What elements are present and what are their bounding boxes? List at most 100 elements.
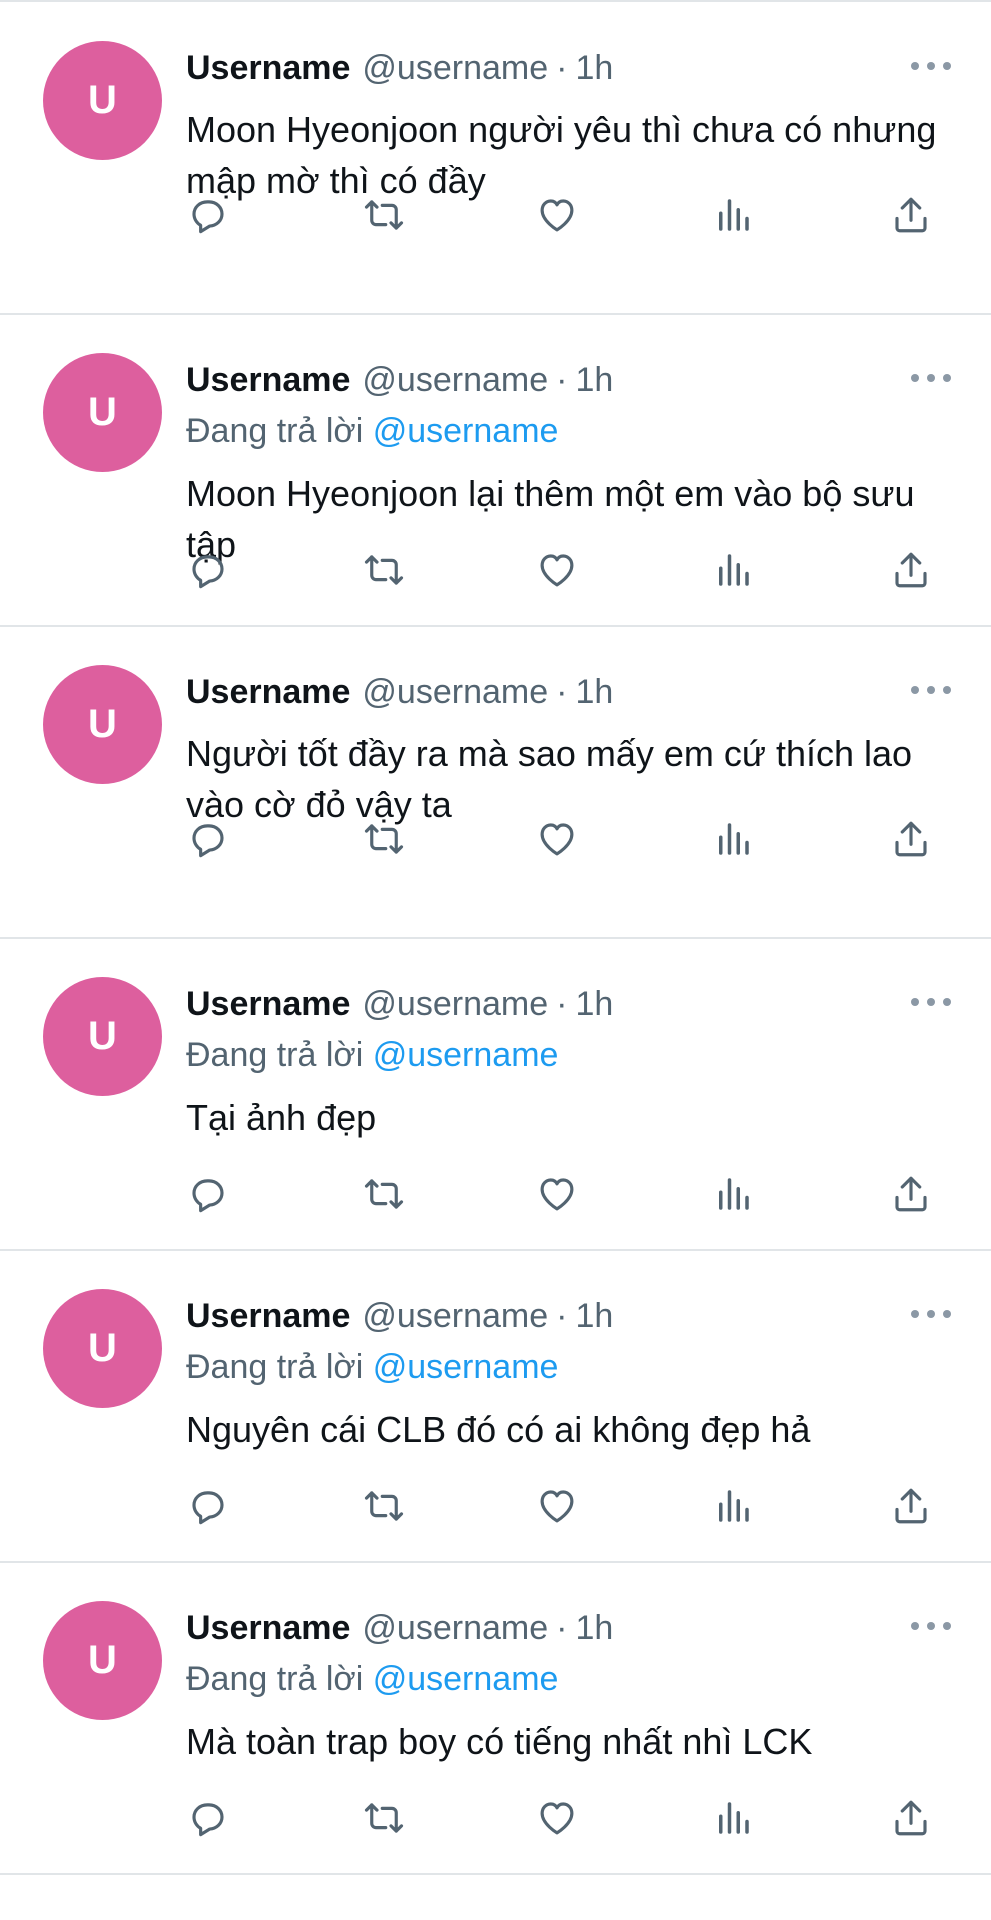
display-name[interactable]: Username — [186, 985, 350, 1024]
timestamp[interactable]: 1h — [575, 49, 613, 88]
retweet-button[interactable] — [360, 546, 408, 594]
share-button[interactable] — [887, 1794, 935, 1842]
avatar[interactable]: U — [43, 353, 162, 472]
replying-to-line: Đang trả lời @username — [186, 1348, 558, 1387]
tweet[interactable]: U Username @username · 1h Đang trả lời @usern… — [0, 316, 991, 627]
tweet[interactable]: U Username @username · 1h Đang trả lời @usern… — [0, 1564, 991, 1875]
share-icon — [890, 194, 932, 236]
tweet[interactable]: U Username @username · 1h Người tốt đầy ra mà… — [0, 628, 991, 939]
share-button[interactable] — [887, 1170, 935, 1218]
user-handle[interactable]: @username — [362, 361, 548, 400]
reply-icon — [187, 1485, 229, 1527]
retweet-button[interactable] — [360, 1482, 408, 1530]
views-button[interactable] — [709, 1794, 757, 1842]
more-options-icon[interactable] — [911, 1304, 951, 1324]
views-icon — [712, 194, 754, 236]
share-icon — [890, 1797, 932, 1839]
tweet[interactable]: U Username @username · 1h Đang trả lời @usern… — [0, 940, 991, 1251]
tweet-actions — [180, 815, 960, 863]
share-icon — [890, 549, 932, 591]
reply-button[interactable] — [184, 1170, 232, 1218]
reply-button[interactable] — [184, 815, 232, 863]
avatar-letter: U — [88, 1326, 117, 1370]
views-icon — [712, 1485, 754, 1527]
share-icon — [890, 1173, 932, 1215]
user-handle[interactable]: @username — [362, 1609, 548, 1648]
more-options-icon[interactable] — [911, 992, 951, 1012]
share-button[interactable] — [887, 1482, 935, 1530]
timestamp[interactable]: 1h — [575, 673, 613, 712]
tweet[interactable]: U Username @username · 1h Moon Hyeonjoon ngườ… — [0, 4, 991, 315]
avatar[interactable]: U — [43, 41, 162, 160]
reply-mention-link[interactable]: @username — [373, 412, 559, 450]
separator-dot: · — [556, 984, 568, 1023]
avatar-letter: U — [88, 1014, 117, 1058]
like-button[interactable] — [533, 546, 581, 594]
display-name[interactable]: Username — [186, 1609, 350, 1648]
retweet-button[interactable] — [360, 191, 408, 239]
views-button[interactable] — [709, 1482, 757, 1530]
avatar[interactable]: U — [43, 1601, 162, 1720]
more-options-icon[interactable] — [911, 1616, 951, 1636]
separator-dot: · — [556, 1608, 568, 1647]
tweet[interactable]: U Username @username · 1h Đang trả lời @usern… — [0, 1252, 991, 1563]
views-icon — [712, 549, 754, 591]
display-name[interactable]: Username — [186, 1297, 350, 1336]
views-icon — [712, 1173, 754, 1215]
display-name[interactable]: Username — [186, 673, 350, 712]
avatar[interactable]: U — [43, 1289, 162, 1408]
more-options-icon[interactable] — [911, 368, 951, 388]
reply-icon — [187, 194, 229, 236]
like-button[interactable] — [533, 1170, 581, 1218]
like-button[interactable] — [533, 1482, 581, 1530]
avatar-letter: U — [88, 702, 117, 746]
retweet-button[interactable] — [360, 815, 408, 863]
reply-mention-link[interactable]: @username — [373, 1036, 559, 1074]
reply-button[interactable] — [184, 1482, 232, 1530]
replying-to-label: Đang trả lời — [186, 412, 364, 450]
user-handle[interactable]: @username — [362, 49, 548, 88]
views-button[interactable] — [709, 546, 757, 594]
share-button[interactable] — [887, 546, 935, 594]
avatar[interactable]: U — [43, 665, 162, 784]
more-options-icon[interactable] — [911, 680, 951, 700]
timestamp[interactable]: 1h — [575, 361, 613, 400]
separator-dot: · — [556, 1296, 568, 1335]
like-button[interactable] — [533, 191, 581, 239]
timestamp[interactable]: 1h — [575, 1609, 613, 1648]
user-handle[interactable]: @username — [362, 673, 548, 712]
share-icon — [890, 818, 932, 860]
more-options-icon[interactable] — [911, 56, 951, 76]
display-name[interactable]: Username — [186, 49, 350, 88]
like-button[interactable] — [533, 1794, 581, 1842]
replying-to-label: Đang trả lời — [186, 1348, 364, 1386]
share-button[interactable] — [887, 191, 935, 239]
views-button[interactable] — [709, 1170, 757, 1218]
reply-button[interactable] — [184, 191, 232, 239]
share-icon — [890, 1485, 932, 1527]
views-button[interactable] — [709, 815, 757, 863]
tweet-header: Username @username · 1h — [186, 670, 613, 714]
reply-mention-link[interactable]: @username — [373, 1660, 559, 1698]
tweet-actions — [180, 1482, 960, 1530]
retweet-icon — [363, 1485, 405, 1527]
user-handle[interactable]: @username — [362, 985, 548, 1024]
retweet-button[interactable] — [360, 1170, 408, 1218]
user-handle[interactable]: @username — [362, 1297, 548, 1336]
timestamp[interactable]: 1h — [575, 1297, 613, 1336]
reply-button[interactable] — [184, 1794, 232, 1842]
views-button[interactable] — [709, 191, 757, 239]
like-button[interactable] — [533, 815, 581, 863]
display-name[interactable]: Username — [186, 361, 350, 400]
reply-button[interactable] — [184, 546, 232, 594]
replying-to-line: Đang trả lời @username — [186, 412, 558, 451]
share-button[interactable] — [887, 815, 935, 863]
reply-mention-link[interactable]: @username — [373, 1348, 559, 1386]
tweet-text: Tại ảnh đẹp — [186, 1097, 377, 1138]
tweet-text: Mà toàn trap boy có tiếng nhất nhì LCK — [186, 1721, 813, 1762]
timestamp[interactable]: 1h — [575, 985, 613, 1024]
separator-dot: · — [556, 48, 568, 87]
tweet-actions — [180, 1170, 960, 1218]
avatar[interactable]: U — [43, 977, 162, 1096]
retweet-button[interactable] — [360, 1794, 408, 1842]
